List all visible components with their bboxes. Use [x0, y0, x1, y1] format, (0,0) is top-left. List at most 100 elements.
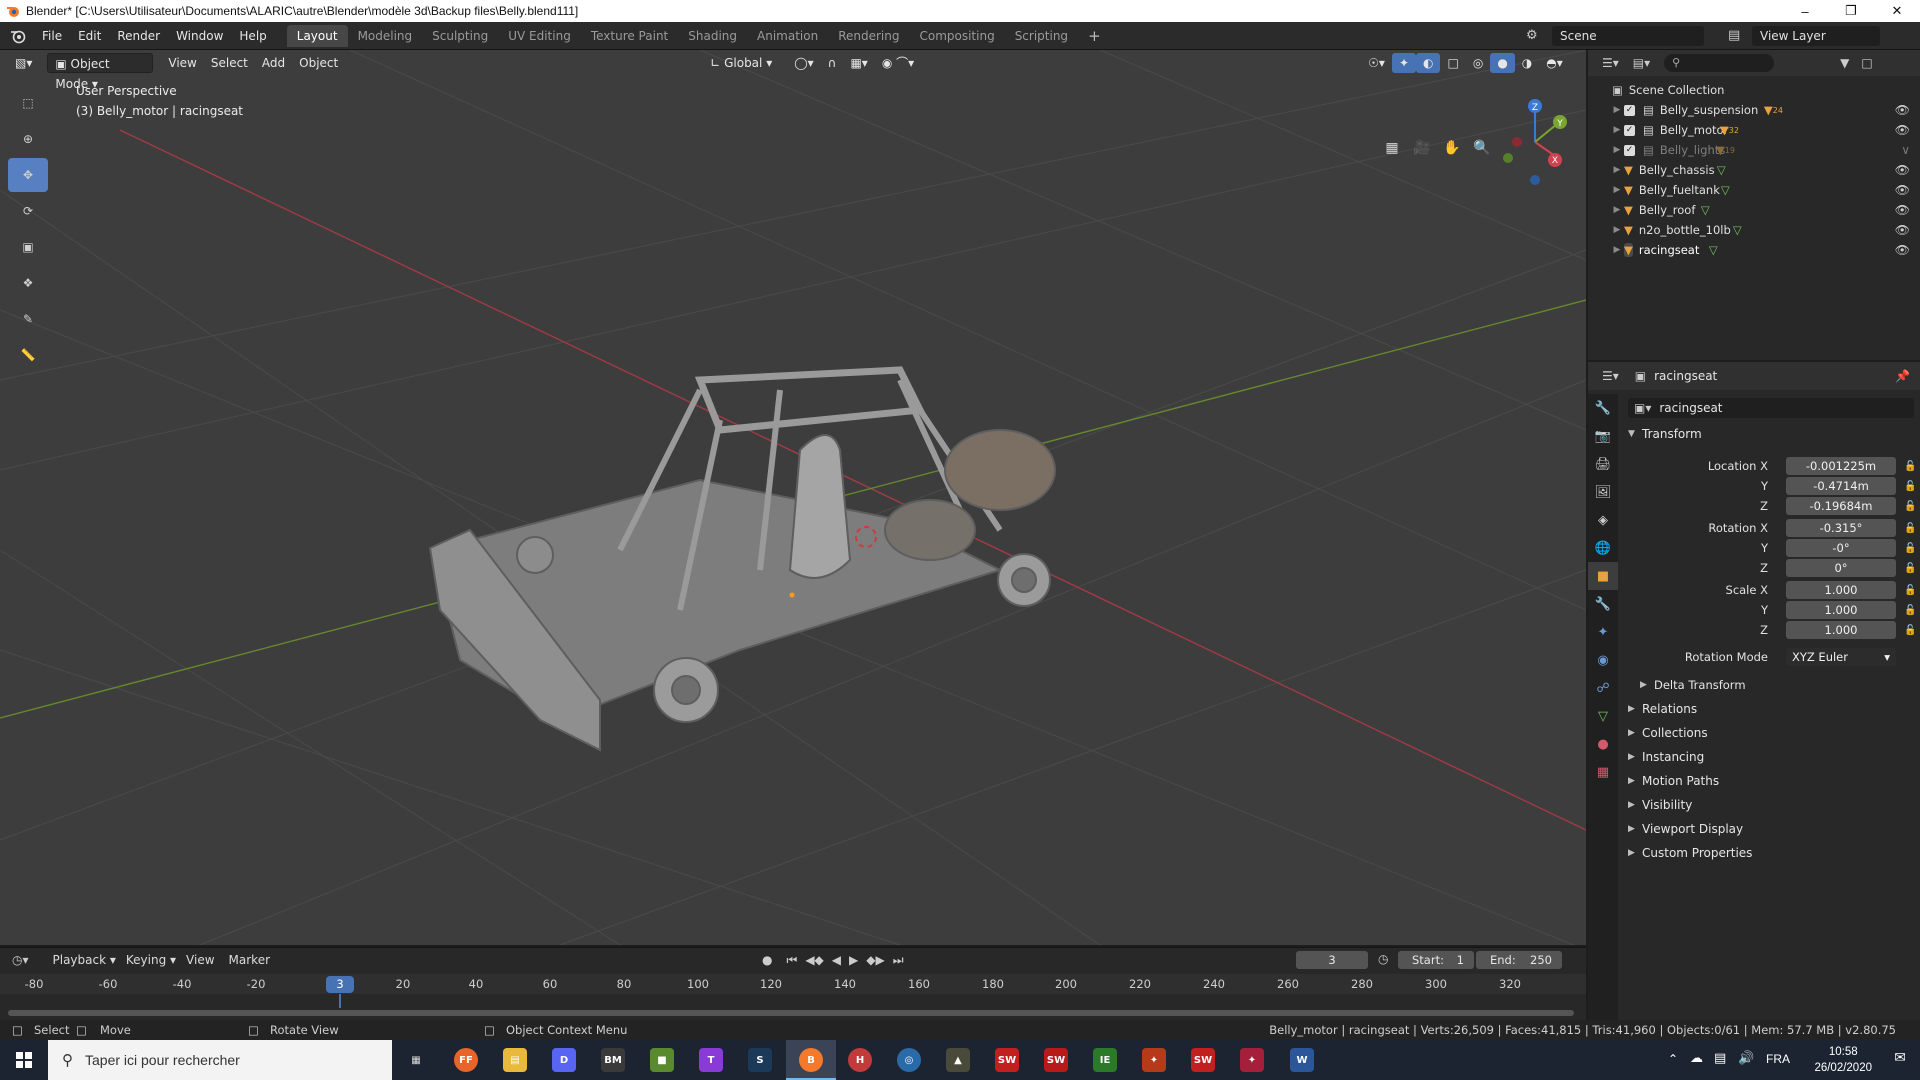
mesh-data-tab-icon[interactable]: ▽ — [1588, 702, 1618, 730]
lock-icon[interactable]: 🔓 — [1904, 543, 1916, 554]
custom-properties-section-header[interactable]: ▶ Custom Properties — [1628, 842, 1752, 864]
taskbar-search-input[interactable]: ⚲ Taper ici pour rechercher — [48, 1040, 392, 1080]
rotation-y-field[interactable]: -0° — [1786, 539, 1896, 557]
menu-file[interactable]: File — [34, 22, 70, 50]
minecraft-icon[interactable]: ■ — [650, 1048, 674, 1072]
3d-viewport[interactable]: Z Y X ▧▾ ▣ Object Mode ▾ View Select Add… — [0, 50, 1586, 945]
solidworks-icon[interactable]: SW — [995, 1048, 1019, 1072]
annotate-tool-icon[interactable]: ✎ — [8, 302, 48, 336]
texture-tab-icon[interactable]: ▦ — [1588, 758, 1618, 786]
timeline-ruler[interactable]: -80 -60 -40 -20 3 20 40 60 80 100 120 14… — [0, 974, 1586, 994]
language-indicator[interactable]: FRA — [1766, 1052, 1790, 1066]
tool-tab-icon[interactable]: 🔧 — [1588, 394, 1618, 422]
outliner-row-belly-suspension[interactable]: ▶ ✓ ▤ Belly_suspension ▼ 24 👁 — [1588, 100, 1920, 120]
lock-icon[interactable]: 🔓 — [1904, 625, 1916, 636]
outliner-search-input[interactable]: ⚲ — [1664, 54, 1775, 72]
location-x-field[interactable]: -0.001225m — [1786, 457, 1896, 475]
jump-next-keyframe-icon[interactable]: ◆▶ — [866, 953, 884, 967]
firefox-icon[interactable]: FF — [454, 1048, 478, 1072]
scene-tab-icon[interactable]: ◈ — [1588, 506, 1618, 534]
scale-tool-icon[interactable]: ▣ — [8, 230, 48, 264]
zoom-view-icon[interactable]: 🔍 — [1470, 136, 1494, 160]
measure-tool-icon[interactable]: 📏 — [8, 338, 48, 372]
outliner-row-n2o-bottle[interactable]: ▶ ▼ n2o_bottle_10lb ▽ 👁 — [1588, 220, 1920, 240]
view-layer-selector[interactable]: View Layer — [1752, 26, 1880, 46]
app-icon-ie-2019[interactable]: IE — [1093, 1048, 1117, 1072]
transform-orientation-selector[interactable]: ∟ Global ▾ — [703, 53, 779, 73]
move-tool-icon[interactable]: ✥ — [8, 158, 48, 192]
close-window-button[interactable]: ✕ — [1874, 0, 1920, 22]
discord-icon[interactable]: D — [552, 1048, 576, 1072]
app-icon-helmet[interactable]: H — [848, 1048, 872, 1072]
expand-arrow-icon[interactable]: ▶ — [1610, 225, 1624, 235]
current-frame-field[interactable]: 3 — [1296, 951, 1368, 969]
object-tab-icon[interactable]: ■ — [1588, 562, 1618, 590]
network-icon[interactable]: ▤ — [1714, 1051, 1726, 1066]
visibility-eye-hidden-icon[interactable]: ∨ — [1901, 143, 1910, 157]
restore-button[interactable]: ❐ — [1828, 0, 1874, 22]
lock-icon[interactable]: 🔓 — [1904, 563, 1916, 574]
scene-selector[interactable]: Scene — [1552, 26, 1704, 46]
app-icon-steering[interactable]: ◎ — [897, 1048, 921, 1072]
expand-arrow-icon[interactable]: ▶ — [1610, 145, 1624, 155]
scale-x-field[interactable]: 1.000 — [1786, 581, 1896, 599]
mode-selector[interactable]: ▣ Object Mode ▾ — [47, 53, 154, 91]
expand-arrow-icon[interactable]: ▶ — [1610, 165, 1624, 175]
menu-add[interactable]: Add — [255, 53, 292, 73]
app-icon-2019-c[interactable]: ✦ — [1240, 1048, 1264, 1072]
pivot-point-icon[interactable]: ◯▾ — [787, 53, 820, 73]
properties-editor-icon[interactable]: ☰▾ — [1602, 369, 1619, 383]
pan-view-icon[interactable]: ✋ — [1440, 136, 1464, 160]
gizmo-toggle-icon[interactable]: ✦ — [1391, 53, 1416, 73]
menu-object[interactable]: Object — [292, 53, 345, 73]
view-layer-tab-icon[interactable]: 🖼 — [1588, 478, 1618, 506]
visibility-eye-icon[interactable]: 👁 — [1895, 163, 1910, 177]
scale-z-field[interactable]: 1.000 — [1786, 621, 1896, 639]
file-explorer-icon[interactable]: ▤ — [503, 1048, 527, 1072]
outliner-row-belly-roof[interactable]: ▶ ▼ Belly_roof ▽ 👁 — [1588, 200, 1920, 220]
rotation-z-field[interactable]: 0° — [1786, 559, 1896, 577]
current-frame-indicator[interactable]: 3 — [326, 976, 354, 993]
lock-icon[interactable]: 🔓 — [1904, 501, 1916, 512]
lock-icon[interactable]: 🔓 — [1904, 481, 1916, 492]
lock-icon[interactable]: 🔓 — [1904, 605, 1916, 616]
app-icon-2019-a[interactable]: ✦ — [1142, 1048, 1166, 1072]
outliner-editor-icon[interactable]: ☰▾ — [1602, 56, 1619, 70]
expand-arrow-icon[interactable]: ▶ — [1610, 105, 1624, 115]
toggle-perspective-icon[interactable]: ▦ — [1380, 136, 1404, 160]
editor-type-icon[interactable]: ▧▾ — [8, 53, 39, 73]
volume-icon[interactable]: 🔊 — [1738, 1051, 1754, 1066]
expand-arrow-icon[interactable]: ▶ — [1610, 245, 1624, 255]
collection-checkbox[interactable]: ✓ — [1624, 144, 1635, 156]
tab-modeling[interactable]: Modeling — [348, 25, 423, 47]
proportional-editing-icon[interactable]: ◉ ⌒▾ — [875, 53, 921, 73]
visibility-eye-icon[interactable]: 👁 — [1895, 223, 1910, 237]
overlay-toggle-icon[interactable]: ◐ — [1416, 53, 1441, 73]
snap-target-icon[interactable]: ▦▾ — [843, 53, 874, 73]
tab-uv-editing[interactable]: UV Editing — [498, 25, 581, 47]
onedrive-icon[interactable]: ☁ — [1690, 1051, 1703, 1066]
visibility-eye-icon[interactable]: 👁 — [1895, 103, 1910, 117]
end-frame-field[interactable]: End: 250 — [1476, 951, 1562, 969]
add-workspace-button[interactable]: + — [1078, 25, 1111, 47]
visibility-icon[interactable]: ☉▾ — [1361, 53, 1392, 73]
menu-help[interactable]: Help — [231, 22, 274, 50]
minimize-button[interactable]: – — [1782, 0, 1828, 22]
menu-view[interactable]: View — [161, 53, 203, 73]
expand-arrow-icon[interactable]: ▶ — [1610, 125, 1624, 135]
viewport-display-section-header[interactable]: ▶ Viewport Display — [1628, 818, 1743, 840]
tab-rendering[interactable]: Rendering — [828, 25, 909, 47]
outliner-row-belly-fueltank[interactable]: ▶ ▼ Belly_fueltank ▽ 👁 — [1588, 180, 1920, 200]
app-icon-2019-b[interactable]: SW — [1191, 1048, 1215, 1072]
tab-scripting[interactable]: Scripting — [1005, 25, 1078, 47]
menu-marker[interactable]: Marker — [229, 953, 270, 967]
material-tab-icon[interactable]: ● — [1588, 730, 1618, 758]
taskbar-clock[interactable]: 10:58 26/02/2020 — [1814, 1044, 1872, 1076]
filter-icon[interactable]: ▼ — [1840, 56, 1849, 70]
menu-keying[interactable]: Keying ▾ — [126, 953, 176, 967]
visibility-section-header[interactable]: ▶ Visibility — [1628, 794, 1692, 816]
outliner-row-belly-chassis[interactable]: ▶ ▼ Belly_chassis ▽ 👁 — [1588, 160, 1920, 180]
shading-material-icon[interactable]: ◑ — [1515, 53, 1539, 73]
jump-end-icon[interactable]: ⏭ — [893, 953, 904, 968]
location-z-field[interactable]: -0.19684m — [1786, 497, 1896, 515]
